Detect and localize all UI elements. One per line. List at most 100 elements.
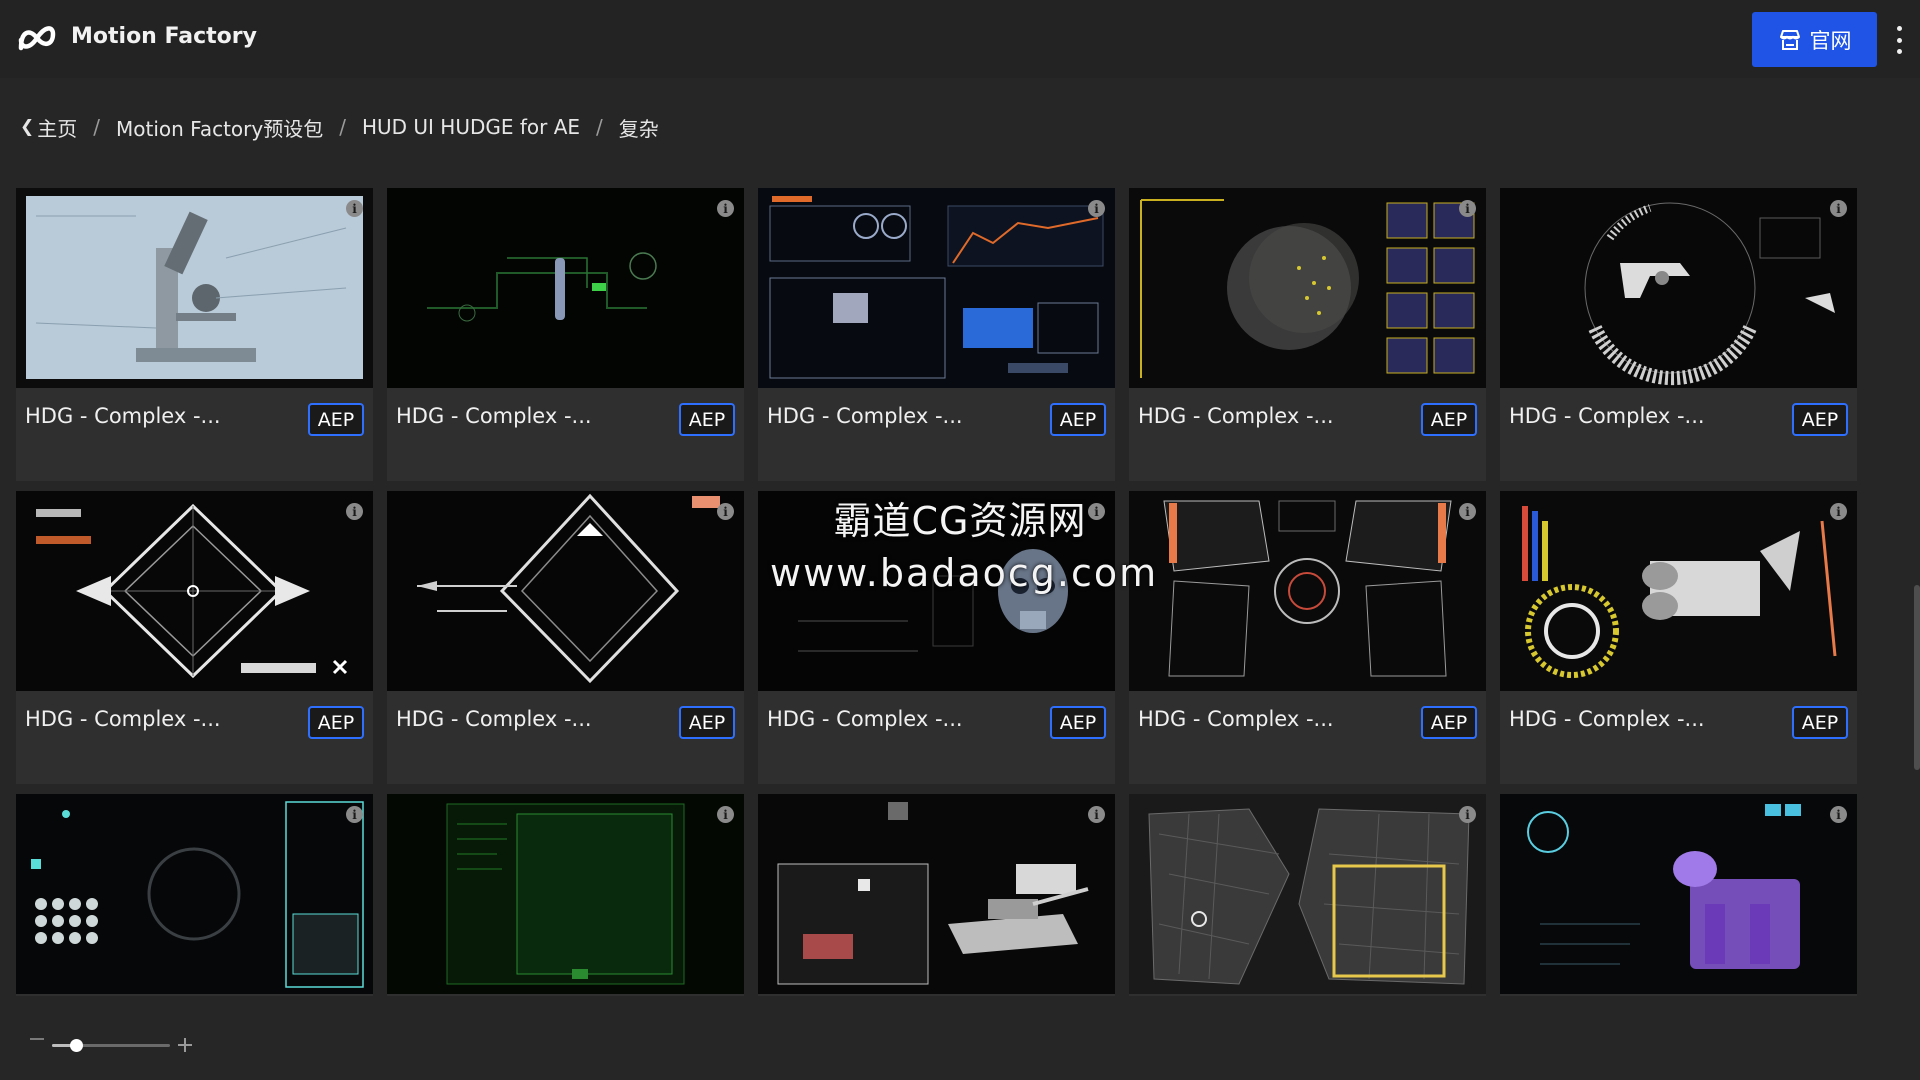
official-site-button[interactable]: 官网 xyxy=(1752,12,1877,67)
asset-title: HDG - Complex -... xyxy=(767,707,963,731)
info-icon[interactable]: i xyxy=(346,806,363,823)
info-icon[interactable]: i xyxy=(1088,200,1105,217)
city-map-thumbnail xyxy=(1129,794,1486,994)
info-icon[interactable]: i xyxy=(346,200,363,217)
asset-card[interactable]: i HDG - Complex -... AEP xyxy=(16,188,373,481)
milky-way-diamond-thumbnail xyxy=(16,491,373,691)
info-icon[interactable]: i xyxy=(1830,503,1847,520)
asset-title: HDG - Complex -... xyxy=(396,404,592,428)
breadcrumb-complex[interactable]: 复杂 xyxy=(619,113,659,142)
breadcrumb-separator: / xyxy=(339,115,346,139)
file-type-badge: AEP xyxy=(679,706,735,739)
asset-card[interactable]: i xyxy=(16,794,373,996)
info-icon[interactable]: i xyxy=(717,806,734,823)
breadcrumb-hud-ui[interactable]: HUD UI HUDGE for AE xyxy=(362,115,580,139)
storefront-icon xyxy=(1779,29,1800,50)
breadcrumb-separator: / xyxy=(93,115,100,139)
zoom-slider-handle[interactable] xyxy=(69,1039,83,1052)
vertical-scrollbar[interactable] xyxy=(1914,585,1920,770)
asset-card[interactable]: i HDG - Complex -... AEP xyxy=(1129,188,1486,481)
asset-title: HDG - Complex -... xyxy=(25,707,221,731)
asset-thumbnail: i xyxy=(758,794,1115,994)
breadcrumb-preset-pack[interactable]: Motion Factory预设包 xyxy=(116,113,323,142)
cockpit-grid-thumbnail xyxy=(1129,491,1486,691)
file-type-badge: AEP xyxy=(1792,706,1848,739)
asset-thumbnail: i xyxy=(16,491,373,691)
footer xyxy=(0,998,1920,1080)
asset-thumbnail: i xyxy=(387,491,744,691)
file-type-badge: AEP xyxy=(1421,706,1477,739)
asset-title: HDG - Complex -... xyxy=(1509,707,1705,731)
asset-card[interactable]: i HDG - Complex -... AEP xyxy=(758,188,1115,481)
info-icon[interactable]: i xyxy=(1830,806,1847,823)
file-type-badge: AEP xyxy=(1050,706,1106,739)
asset-card[interactable]: i HDG - Complex -... AEP xyxy=(387,188,744,481)
info-icon[interactable]: i xyxy=(1459,200,1476,217)
info-icon[interactable]: i xyxy=(717,503,734,520)
breadcrumb-separator: / xyxy=(596,115,603,139)
asset-thumbnail: i xyxy=(1129,491,1486,691)
asset-title: HDG - Complex -... xyxy=(396,707,592,731)
asset-thumbnail: i xyxy=(758,491,1115,691)
asset-thumbnail: i xyxy=(1500,491,1857,691)
file-type-badge: AEP xyxy=(1792,403,1848,436)
asset-thumbnail: i xyxy=(387,188,744,388)
asset-card[interactable]: i HDG - Complex -... AEP xyxy=(1500,188,1857,481)
info-icon[interactable]: i xyxy=(1088,806,1105,823)
info-icon[interactable]: i xyxy=(1830,200,1847,217)
asset-card[interactable]: i HDG - Complex -... AEP xyxy=(16,491,373,784)
diamond-frame-thumbnail xyxy=(387,491,744,691)
asset-thumbnail: i xyxy=(1129,188,1486,388)
info-icon[interactable]: i xyxy=(346,503,363,520)
info-icon[interactable]: i xyxy=(1088,503,1105,520)
file-type-badge: AEP xyxy=(679,403,735,436)
zoom-out-icon[interactable] xyxy=(30,1038,44,1040)
asset-thumbnail: i xyxy=(1129,794,1486,994)
skull-scan-thumbnail xyxy=(758,491,1115,691)
asset-thumbnail: i xyxy=(1500,188,1857,388)
green-circuit-thumbnail xyxy=(387,188,744,388)
asset-card[interactable]: i xyxy=(758,794,1115,996)
more-vertical-icon[interactable] xyxy=(1890,26,1908,54)
breadcrumb: ❮ 主页 / Motion Factory预设包 / HUD UI HUDGE … xyxy=(20,112,659,142)
optional-panel-thumbnail xyxy=(16,794,373,994)
motion-factory-logo-icon[interactable] xyxy=(17,22,57,54)
asset-card[interactable]: i HDG - Complex -... AEP xyxy=(758,491,1115,784)
file-type-badge: AEP xyxy=(308,403,364,436)
info-icon[interactable]: i xyxy=(1459,503,1476,520)
asset-card[interactable]: i HDG - Complex -... AEP xyxy=(1500,491,1857,784)
asset-card[interactable]: i xyxy=(387,794,744,996)
breadcrumb-home[interactable]: 主页 xyxy=(37,113,77,142)
top-bar: Motion Factory 官网 xyxy=(0,0,1920,78)
info-icon[interactable]: i xyxy=(1459,806,1476,823)
asset-title: HDG - Complex -... xyxy=(1138,404,1334,428)
file-type-badge: AEP xyxy=(1421,403,1477,436)
green-terminal-thumbnail xyxy=(387,794,744,994)
asset-grid: i HDG - Complex -... AEP i HDG - Complex… xyxy=(16,188,1876,996)
asset-card[interactable]: i HDG - Complex -... AEP xyxy=(1129,491,1486,784)
app-title: Motion Factory xyxy=(71,24,257,49)
engine-schematic-thumbnail xyxy=(1500,491,1857,691)
asset-title: HDG - Complex -... xyxy=(767,404,963,428)
asset-title: HDG - Complex -... xyxy=(1509,404,1705,428)
asset-card[interactable]: i xyxy=(1500,794,1857,996)
file-type-badge: AEP xyxy=(1050,403,1106,436)
microscope-thumbnail xyxy=(16,188,373,388)
asset-thumbnail: i xyxy=(1500,794,1857,994)
asset-thumbnail: i xyxy=(16,188,373,388)
asset-thumbnail: i xyxy=(16,794,373,994)
globe-panels-thumbnail xyxy=(1129,188,1486,388)
revolver-radial-thumbnail xyxy=(1500,188,1857,388)
purple-machine-thumbnail xyxy=(1500,794,1857,994)
chevron-left-icon[interactable]: ❮ xyxy=(20,117,34,137)
tank-render-thumbnail xyxy=(758,794,1115,994)
asset-title: HDG - Complex -... xyxy=(25,404,221,428)
info-icon[interactable]: i xyxy=(717,200,734,217)
asset-card[interactable]: i HDG - Complex -... AEP xyxy=(387,491,744,784)
asset-card[interactable]: i xyxy=(1129,794,1486,996)
zoom-in-icon[interactable] xyxy=(178,1038,192,1052)
asset-title: HDG - Complex -... xyxy=(1138,707,1334,731)
file-type-badge: AEP xyxy=(308,706,364,739)
asset-thumbnail: i xyxy=(758,188,1115,388)
official-site-label: 官网 xyxy=(1809,28,1852,53)
